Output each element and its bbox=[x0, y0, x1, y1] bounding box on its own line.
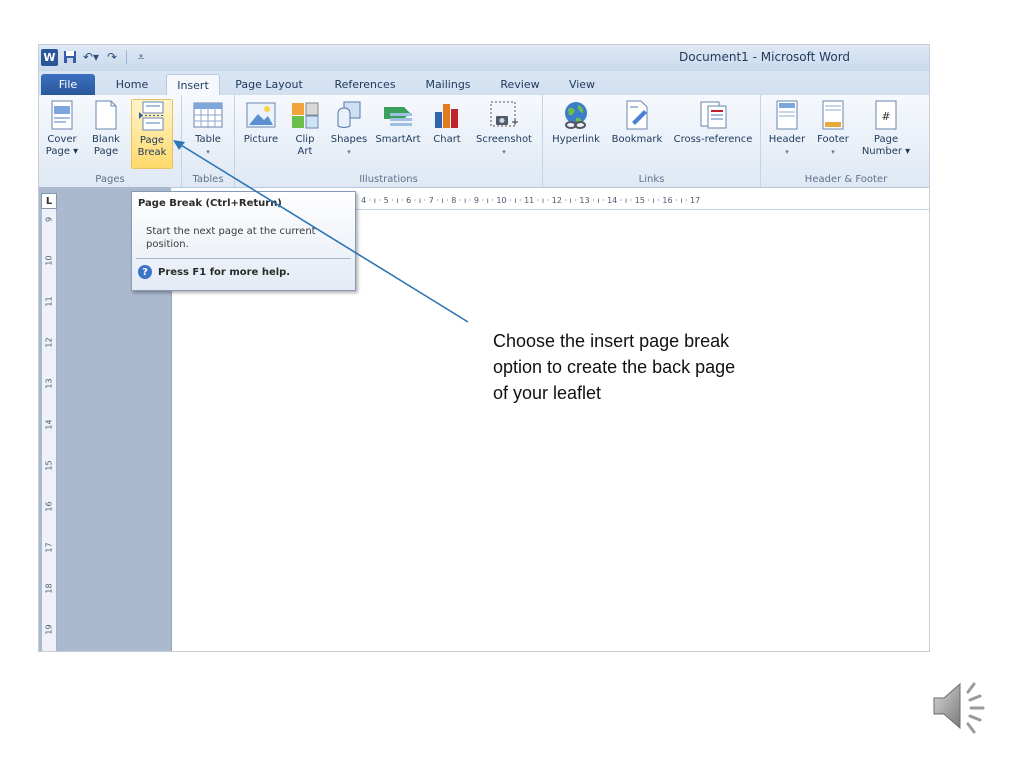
arrow-head-icon bbox=[173, 140, 185, 150]
annotation-text: Choose the insert page break option to c… bbox=[493, 331, 736, 403]
speaker-icon[interactable] bbox=[928, 674, 992, 738]
arrow-line bbox=[175, 141, 469, 323]
